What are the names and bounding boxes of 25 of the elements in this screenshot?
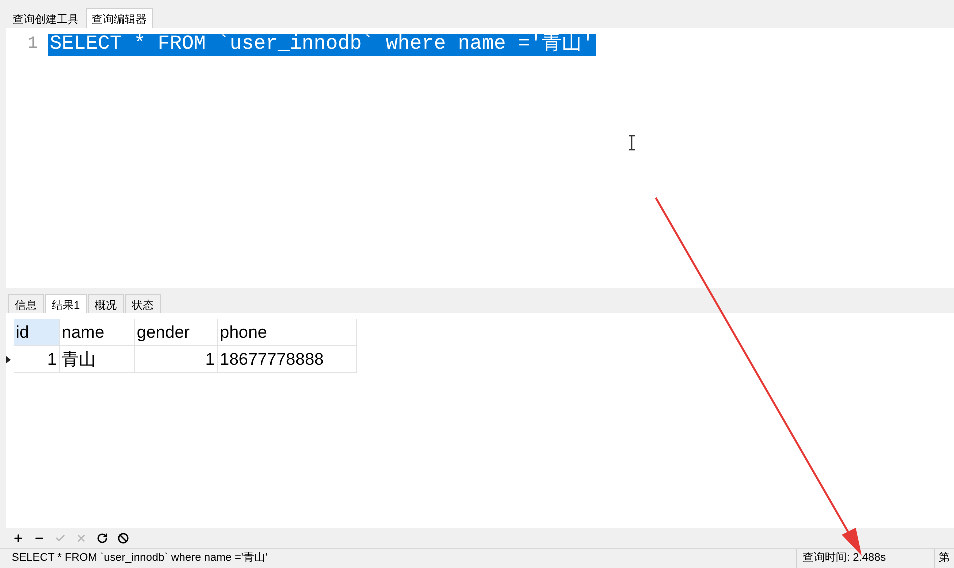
status-sql-text: SELECT * FROM `user_innodb` where name ='青山' <box>11 551 269 566</box>
table-cell: 1 <box>135 346 218 373</box>
editor-tab[interactable]: 查询编辑器 <box>86 8 153 28</box>
result-tab[interactable]: 状态 <box>125 294 162 313</box>
table-cell: 青山 <box>60 346 135 373</box>
result-tab[interactable]: 结果1 <box>45 294 88 313</box>
plus-icon <box>12 532 24 544</box>
column-header[interactable]: gender <box>135 319 218 346</box>
x-icon <box>76 532 86 544</box>
result-tab[interactable]: 信息 <box>8 294 44 313</box>
page-text: 第 <box>934 549 954 568</box>
table-cell: 1 <box>14 346 60 373</box>
result-tab[interactable]: 概况 <box>88 294 124 313</box>
check-icon <box>54 532 66 544</box>
column-header[interactable]: name <box>60 319 135 346</box>
refresh-button[interactable] <box>96 532 108 544</box>
table-cell: 18677778888 <box>218 346 357 373</box>
stop-icon <box>118 532 128 544</box>
stop-button[interactable] <box>117 532 129 544</box>
column-header[interactable]: id <box>14 319 60 346</box>
line-number: 1 <box>26 34 39 56</box>
add-button[interactable] <box>12 532 24 544</box>
column-header[interactable]: phone <box>218 319 357 346</box>
refresh-icon <box>96 532 108 544</box>
text-cursor-icon <box>627 135 637 151</box>
